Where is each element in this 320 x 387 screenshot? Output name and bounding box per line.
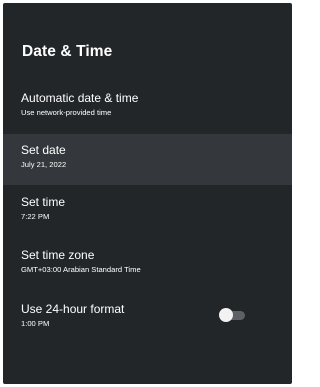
toggle-thumb [219, 308, 233, 322]
setting-automatic-date-time[interactable]: Automatic date & time Use network-provid… [3, 82, 292, 133]
settings-panel: Date & Time Automatic date & time Use ne… [3, 3, 292, 384]
setting-label: Set date [21, 143, 66, 157]
setting-value: July 21, 2022 [21, 160, 67, 169]
setting-label: Set time zone [21, 248, 95, 262]
setting-use-24-hour-format[interactable]: Use 24-hour format 1:00 PM [3, 293, 292, 344]
setting-set-time-zone[interactable]: Set time zone GMT+03:00 Arabian Standard… [3, 239, 292, 290]
setting-label: Set time [21, 195, 66, 209]
24-hour-format-toggle[interactable] [218, 307, 246, 323]
setting-set-time[interactable]: Set time 7:22 PM [3, 186, 292, 237]
setting-value: GMT+03:00 Arabian Standard Time [21, 265, 141, 274]
setting-label: Use 24-hour format [21, 302, 125, 316]
page-title: Date & Time [22, 43, 113, 60]
setting-label: Automatic date & time [21, 91, 139, 105]
setting-set-date[interactable]: Set date July 21, 2022 [3, 134, 292, 185]
setting-value: 7:22 PM [21, 212, 50, 221]
setting-value: 1:00 PM [21, 319, 50, 328]
setting-value: Use network-provided time [21, 108, 112, 117]
